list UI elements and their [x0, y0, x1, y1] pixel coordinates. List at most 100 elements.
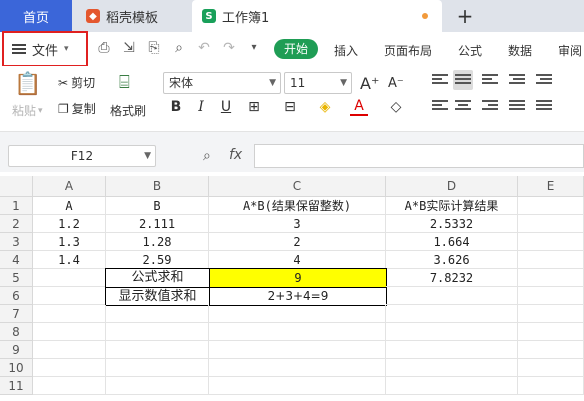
tab-review[interactable]: 审阅: [558, 42, 582, 59]
cell-b5[interactable]: 公式求和: [105, 268, 210, 288]
cell-c8[interactable]: [209, 323, 386, 341]
print-icon[interactable]: ⎘: [146, 40, 162, 56]
cell-b9[interactable]: [106, 341, 209, 359]
formula-input[interactable]: [254, 144, 584, 168]
row-header[interactable]: 10: [0, 359, 33, 377]
cell-a10[interactable]: [33, 359, 106, 377]
cell-d4[interactable]: 3.626: [386, 251, 518, 269]
align-left-icon[interactable]: [430, 98, 450, 118]
justify-icon[interactable]: [507, 98, 527, 118]
merge-icon[interactable]: ⊟: [281, 98, 299, 116]
borders-icon[interactable]: ⊞: [245, 98, 263, 116]
cell-d11[interactable]: [386, 377, 518, 395]
underline-button[interactable]: U: [217, 98, 235, 116]
font-name-select[interactable]: 宋体 ▼: [163, 72, 281, 94]
cell-b1[interactable]: B: [106, 197, 209, 215]
cell-e9[interactable]: [518, 341, 584, 359]
tab-workbook[interactable]: S 工作簿1: [192, 0, 442, 32]
redo-icon[interactable]: ↷: [221, 40, 237, 56]
cell-d7[interactable]: [386, 305, 518, 323]
cell-a9[interactable]: [33, 341, 106, 359]
align-top-icon[interactable]: [430, 72, 450, 92]
cell-b3[interactable]: 1.28: [106, 233, 209, 251]
column-header[interactable]: C: [209, 176, 386, 197]
indent-decrease-icon[interactable]: [507, 72, 527, 92]
bold-button[interactable]: B: [167, 98, 185, 116]
cell-b2[interactable]: 2.111: [106, 215, 209, 233]
row-header[interactable]: 4: [0, 251, 33, 269]
cell-b10[interactable]: [106, 359, 209, 377]
align-bottom-icon[interactable]: [480, 72, 500, 92]
column-header[interactable]: E: [518, 176, 584, 197]
row-header[interactable]: 3: [0, 233, 33, 251]
indent-increase-icon[interactable]: [534, 72, 554, 92]
cell-c7[interactable]: [209, 305, 386, 323]
cell-d2[interactable]: 2.5332: [386, 215, 518, 233]
cell-d3[interactable]: 1.664: [386, 233, 518, 251]
save-icon[interactable]: ⎙: [96, 40, 112, 56]
cell-e6[interactable]: [518, 287, 584, 305]
cell-d9[interactable]: [386, 341, 518, 359]
tab-start[interactable]: 开始: [274, 39, 318, 59]
cell-a11[interactable]: [33, 377, 106, 395]
fill-color-icon[interactable]: ◈: [316, 98, 334, 116]
cell-e8[interactable]: [518, 323, 584, 341]
cell-b11[interactable]: [106, 377, 209, 395]
cell-d10[interactable]: [386, 359, 518, 377]
grow-font-button[interactable]: A⁺: [360, 74, 379, 93]
cell-a2[interactable]: 1.2: [33, 215, 106, 233]
new-tab-button[interactable]: +: [455, 6, 475, 26]
cell-b4[interactable]: 2.59: [106, 251, 209, 269]
zoom-icon[interactable]: ⌕: [203, 148, 219, 164]
cell-a5[interactable]: [33, 269, 106, 287]
column-header[interactable]: B: [106, 176, 209, 197]
row-header[interactable]: 9: [0, 341, 33, 359]
tab-data[interactable]: 数据: [508, 42, 532, 59]
distributed-icon[interactable]: [534, 98, 554, 118]
paste-icon[interactable]: 📋: [14, 72, 41, 97]
cell-e3[interactable]: [518, 233, 584, 251]
cell-b6[interactable]: 显示数值求和: [105, 287, 210, 306]
row-header[interactable]: 6: [0, 287, 33, 305]
align-center-icon[interactable]: [453, 98, 473, 118]
cell-c10[interactable]: [209, 359, 386, 377]
cell-c11[interactable]: [209, 377, 386, 395]
customize-toolbar-icon[interactable]: ▾: [246, 40, 262, 56]
cell-a6[interactable]: [33, 287, 106, 305]
paste-button[interactable]: 粘贴 ▾: [12, 102, 43, 119]
font-color-button[interactable]: A: [350, 98, 368, 116]
cell-b7[interactable]: [106, 305, 209, 323]
format-painter-icon[interactable]: ⌸: [119, 72, 130, 93]
row-header[interactable]: 7: [0, 305, 33, 323]
row-header[interactable]: 11: [0, 377, 33, 395]
undo-icon[interactable]: ↶: [196, 40, 212, 56]
cell-c6[interactable]: 2+3+4=9: [209, 287, 387, 306]
column-header[interactable]: D: [386, 176, 518, 197]
cell-d5[interactable]: 7.8232: [386, 269, 518, 287]
cell-d8[interactable]: [386, 323, 518, 341]
cell-b8[interactable]: [106, 323, 209, 341]
cell-d6[interactable]: [386, 287, 518, 305]
clear-format-icon[interactable]: ◇: [387, 98, 405, 116]
cell-e4[interactable]: [518, 251, 584, 269]
align-right-icon[interactable]: [480, 98, 500, 118]
cell-a1[interactable]: A: [33, 197, 106, 215]
cell-e1[interactable]: [518, 197, 584, 215]
align-middle-icon[interactable]: [453, 70, 473, 90]
cell-c3[interactable]: 2: [209, 233, 386, 251]
cell-c1[interactable]: A*B(结果保留整数): [209, 197, 386, 215]
cell-e10[interactable]: [518, 359, 584, 377]
font-size-select[interactable]: 11 ▼: [284, 72, 352, 94]
row-header[interactable]: 2: [0, 215, 33, 233]
tab-formulas[interactable]: 公式: [458, 42, 482, 59]
cell-a7[interactable]: [33, 305, 106, 323]
cell-c4[interactable]: 4: [209, 251, 386, 269]
cut-button[interactable]: ✂ 剪切: [58, 74, 95, 91]
cell-c2[interactable]: 3: [209, 215, 386, 233]
cell-e5[interactable]: [518, 269, 584, 287]
tab-page-layout[interactable]: 页面布局: [384, 42, 432, 59]
column-header[interactable]: A: [33, 176, 106, 197]
print-preview-icon[interactable]: ⌕: [171, 40, 187, 56]
fx-icon[interactable]: fx: [229, 147, 242, 163]
cell-e11[interactable]: [518, 377, 584, 395]
